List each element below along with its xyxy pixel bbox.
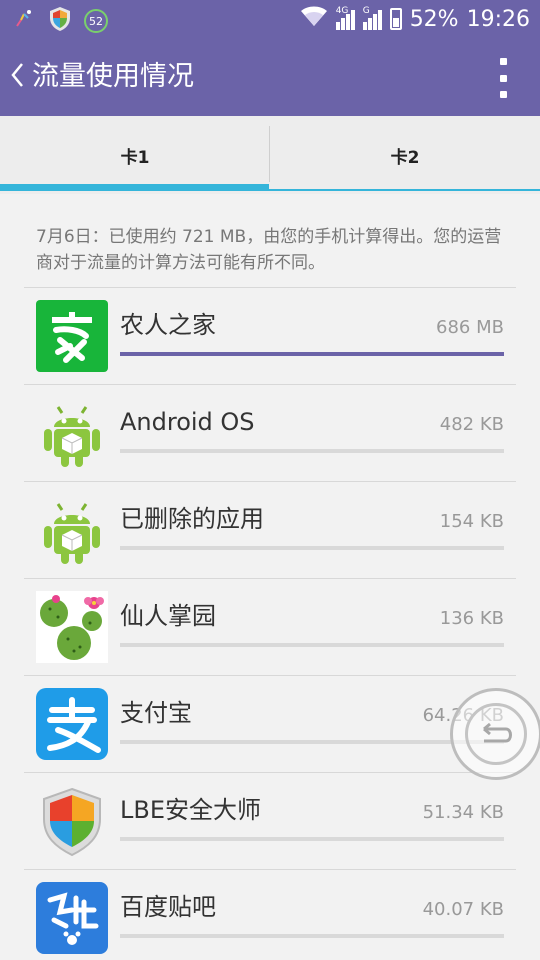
- floating-back-button[interactable]: [450, 688, 540, 780]
- shield-status-icon: [48, 6, 72, 36]
- battery-percent: 52%: [409, 6, 459, 32]
- app-row[interactable]: Android OS 482 KB: [24, 385, 516, 482]
- battery-icon: [389, 8, 402, 30]
- return-arrow-icon: [483, 722, 512, 743]
- app-usage: 51.34 KB: [422, 802, 504, 823]
- app-row[interactable]: 支付宝 64.26 KB: [24, 676, 516, 773]
- android-icon: [36, 397, 108, 469]
- tieba-icon: [36, 882, 108, 954]
- status-bar: 52 4G G 52% 19:26: [0, 0, 540, 38]
- app-bar: 流量使用情况: [0, 38, 540, 116]
- android-icon: [36, 494, 108, 566]
- app-name: 百度贴吧: [120, 893, 216, 921]
- app-row[interactable]: LBE安全大师 51.34 KB: [24, 773, 516, 870]
- usage-bar: [120, 643, 504, 647]
- usage-bar: [120, 546, 504, 550]
- app-name: Android OS: [120, 408, 255, 436]
- clock: 19:26: [466, 6, 530, 32]
- chevron-left-icon: [11, 63, 23, 87]
- usage-bar: [120, 837, 504, 841]
- app-usage: 154 KB: [439, 511, 504, 532]
- usage-summary: 7月6日：已使用约 721 MB，由您的手机计算得出。您的运营商对于流量的计算方…: [36, 227, 502, 273]
- alipay-icon: [36, 688, 108, 760]
- app-row[interactable]: 已删除的应用 154 KB: [24, 482, 516, 579]
- cactus-app-icon: [36, 591, 108, 663]
- usage-bar-fill: [120, 352, 504, 356]
- app-name: 已删除的应用: [120, 505, 264, 533]
- sparkle-icon: [12, 7, 36, 35]
- app-name: 农人之家: [120, 311, 216, 339]
- app-name: 仙人掌园: [120, 602, 216, 630]
- wifi-icon: [300, 5, 328, 33]
- usage-bar: [120, 740, 504, 744]
- app-name: 支付宝: [120, 699, 192, 727]
- app-row[interactable]: 百度贴吧 40.07 KB: [24, 870, 516, 960]
- signal-4g-icon: 4G: [335, 6, 355, 30]
- tab-indicator: [0, 184, 269, 191]
- app-usage: 40.07 KB: [422, 899, 504, 920]
- usage-list-container[interactable]: 7月6日：已使用约 721 MB，由您的手机计算得出。您的运营商对于流量的计算方…: [0, 194, 540, 960]
- app-name: LBE安全大师: [120, 796, 261, 824]
- more-vert-icon: [499, 58, 507, 65]
- more-options-button[interactable]: [496, 58, 510, 98]
- usage-bar: [120, 352, 504, 356]
- tab-sim2[interactable]: 卡2: [270, 116, 540, 194]
- app-usage: 686 MB: [436, 317, 504, 338]
- app-row[interactable]: 农人之家 686 MB: [24, 288, 516, 385]
- signal-g-icon: G: [362, 6, 382, 30]
- app-usage: 482 KB: [439, 414, 504, 435]
- app-row[interactable]: 仙人掌园 136 KB: [24, 579, 516, 676]
- nongren-app-icon: [36, 300, 108, 372]
- back-button[interactable]: [8, 60, 32, 94]
- shield-icon: [36, 785, 108, 857]
- usage-bar: [120, 934, 504, 938]
- app-usage: 136 KB: [439, 608, 504, 629]
- notification-count-badge: 52: [84, 9, 108, 33]
- sim-tabs: 卡1 卡2: [0, 116, 540, 194]
- page-title: 流量使用情况: [32, 61, 194, 92]
- tab-sim1[interactable]: 卡1: [0, 116, 270, 194]
- usage-bar: [120, 449, 504, 453]
